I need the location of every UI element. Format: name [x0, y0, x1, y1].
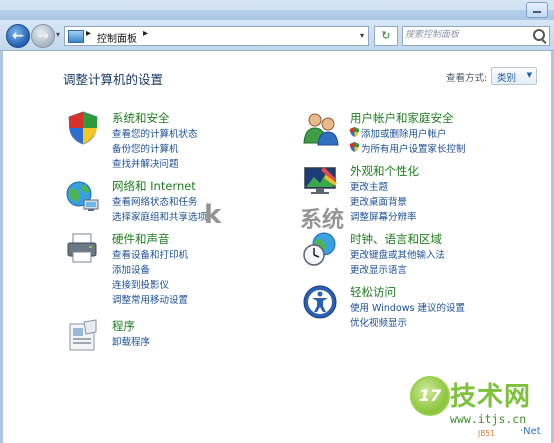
category-clock-language-region: 时钟、语言和区域 更改键盘或其他输入法 更改显示语言 [302, 231, 502, 276]
link-change-input-method[interactable]: 更改键盘或其他输入法 [350, 247, 445, 261]
appearance-icon[interactable] [302, 163, 340, 199]
category-programs: 程序 卸载程序 [64, 318, 264, 351]
link-mobility-settings[interactable]: 调整常用移动设置 [112, 292, 188, 306]
category-title-user-accounts[interactable]: 用户帐户和家庭安全 [350, 110, 454, 126]
category-title-programs[interactable]: 程序 [112, 318, 135, 334]
search-input[interactable] [405, 28, 529, 42]
category-title-network-internet[interactable]: 网络和 Internet [112, 178, 196, 194]
navigation-bar: ← → ▾ ▸ 控制面板 ▸ ▾ ↻ [0, 20, 554, 51]
link-add-remove-accounts-label[interactable]: 添加或删除用户帐户 [361, 129, 447, 140]
category-title-hardware-sound[interactable]: 硬件和声音 [112, 231, 170, 247]
view-by-label: 查看方式: [446, 73, 488, 84]
breadcrumb-separator-end[interactable]: ▸ [143, 28, 148, 39]
window-titlebar [0, 0, 554, 20]
link-parental-controls-label[interactable]: 为所有用户设置家长控制 [361, 144, 466, 155]
link-add-remove-accounts[interactable]: 添加或删除用户帐户 [350, 126, 447, 140]
link-change-display-language[interactable]: 更改显示语言 [350, 262, 407, 276]
link-screen-resolution[interactable]: 调整屏幕分辨率 [350, 209, 417, 223]
link-uninstall-program[interactable]: 卸载程序 [112, 334, 150, 348]
link-add-device[interactable]: 添加设备 [112, 262, 150, 276]
recent-pages-dropdown[interactable]: ▾ [56, 30, 60, 39]
link-backup-computer[interactable]: 备份您的计算机 [112, 141, 179, 155]
category-user-accounts: 用户帐户和家庭安全 添加或删除用户帐户 为所有用户设置家长控制 [302, 110, 502, 155]
category-system-security: 系统和安全 查看您的计算机状态 备份您的计算机 查找并解决问题 [64, 110, 264, 170]
category-network-internet: 网络和 Internet 查看网络状态和任务 选择家庭组和共享选项 [64, 178, 264, 228]
link-change-theme[interactable]: 更改主题 [350, 179, 388, 193]
back-button[interactable]: ← [6, 24, 30, 48]
clock-globe-icon[interactable] [302, 231, 340, 267]
printer-icon[interactable] [64, 231, 102, 267]
breadcrumb-separator[interactable]: ▸ [86, 28, 91, 39]
category-ease-of-access: 轻松访问 使用 Windows 建议的设置 优化视频显示 [302, 284, 502, 329]
site-watermark: 17 技术网 www.itjs.cn JB51 ·Net [404, 374, 554, 443]
control-panel-icon [68, 30, 84, 43]
category-hardware-sound: 硬件和声音 查看设备和打印机 添加设备 连接到投影仪 调整常用移动设置 [64, 231, 264, 307]
watermark-foot: JB51 [478, 429, 495, 438]
forward-arrow-icon: → [37, 28, 49, 44]
watermark-url: www.itjs.cn [450, 412, 527, 426]
uac-shield-icon [350, 142, 359, 152]
search-icon[interactable] [533, 29, 545, 41]
shield-icon[interactable] [64, 110, 102, 146]
link-find-fix-problems[interactable]: 查找并解决问题 [112, 156, 179, 170]
watermark-brand: 技术网 [450, 382, 532, 412]
link-connect-projector[interactable]: 连接到投影仪 [112, 277, 169, 291]
breadcrumb-control-panel[interactable]: 控制面板 [97, 30, 137, 45]
uac-shield-icon [350, 127, 359, 137]
titlebar-glass [0, 0, 554, 10]
link-optimize-display[interactable]: 优化视频显示 [350, 315, 407, 329]
back-arrow-icon: ← [12, 28, 24, 44]
link-homegroup-sharing[interactable]: 选择家庭组和共享选项 [112, 209, 207, 223]
view-by-value[interactable]: 类别 [497, 70, 516, 84]
link-devices-printers[interactable]: 查看设备和打印机 [112, 247, 188, 261]
link-change-background[interactable]: 更改桌面背景 [350, 194, 407, 208]
network-icon[interactable] [64, 178, 102, 214]
link-parental-controls[interactable]: 为所有用户设置家长控制 [350, 141, 466, 155]
link-windows-suggested-settings[interactable]: 使用 Windows 建议的设置 [350, 300, 465, 314]
search-box[interactable] [402, 26, 550, 46]
category-title-clock-language[interactable]: 时钟、语言和区域 [350, 231, 442, 247]
link-view-computer-status[interactable]: 查看您的计算机状态 [112, 126, 198, 140]
watermark-glyph-2: 系统 [300, 208, 345, 233]
minimize-button[interactable] [526, 2, 548, 18]
address-bar[interactable]: ▸ 控制面板 ▸ ▾ [64, 26, 369, 46]
programs-icon[interactable] [64, 318, 102, 354]
window-frame-left [0, 51, 3, 443]
ease-of-access-icon[interactable] [302, 284, 340, 320]
view-by-select[interactable]: 类别 ▼ [491, 67, 537, 85]
users-icon[interactable] [302, 110, 340, 146]
page-title: 调整计算机的设置 [63, 72, 164, 87]
chevron-down-icon[interactable]: ▼ [527, 71, 532, 79]
link-view-network-status[interactable]: 查看网络状态和任务 [112, 194, 198, 208]
watermark-glyph: k [204, 200, 222, 230]
category-title-ease-of-access[interactable]: 轻松访问 [350, 284, 396, 300]
category-title-appearance[interactable]: 外观和个性化 [350, 163, 419, 179]
refresh-button[interactable]: ↻ [374, 26, 398, 46]
address-dropdown-icon[interactable]: ▾ [360, 31, 364, 40]
category-title-system-security[interactable]: 系统和安全 [112, 110, 170, 126]
forward-button[interactable]: → [31, 24, 55, 48]
watermark-badge: 17 [410, 376, 450, 416]
watermark-foot-2: ·Net [520, 426, 541, 437]
